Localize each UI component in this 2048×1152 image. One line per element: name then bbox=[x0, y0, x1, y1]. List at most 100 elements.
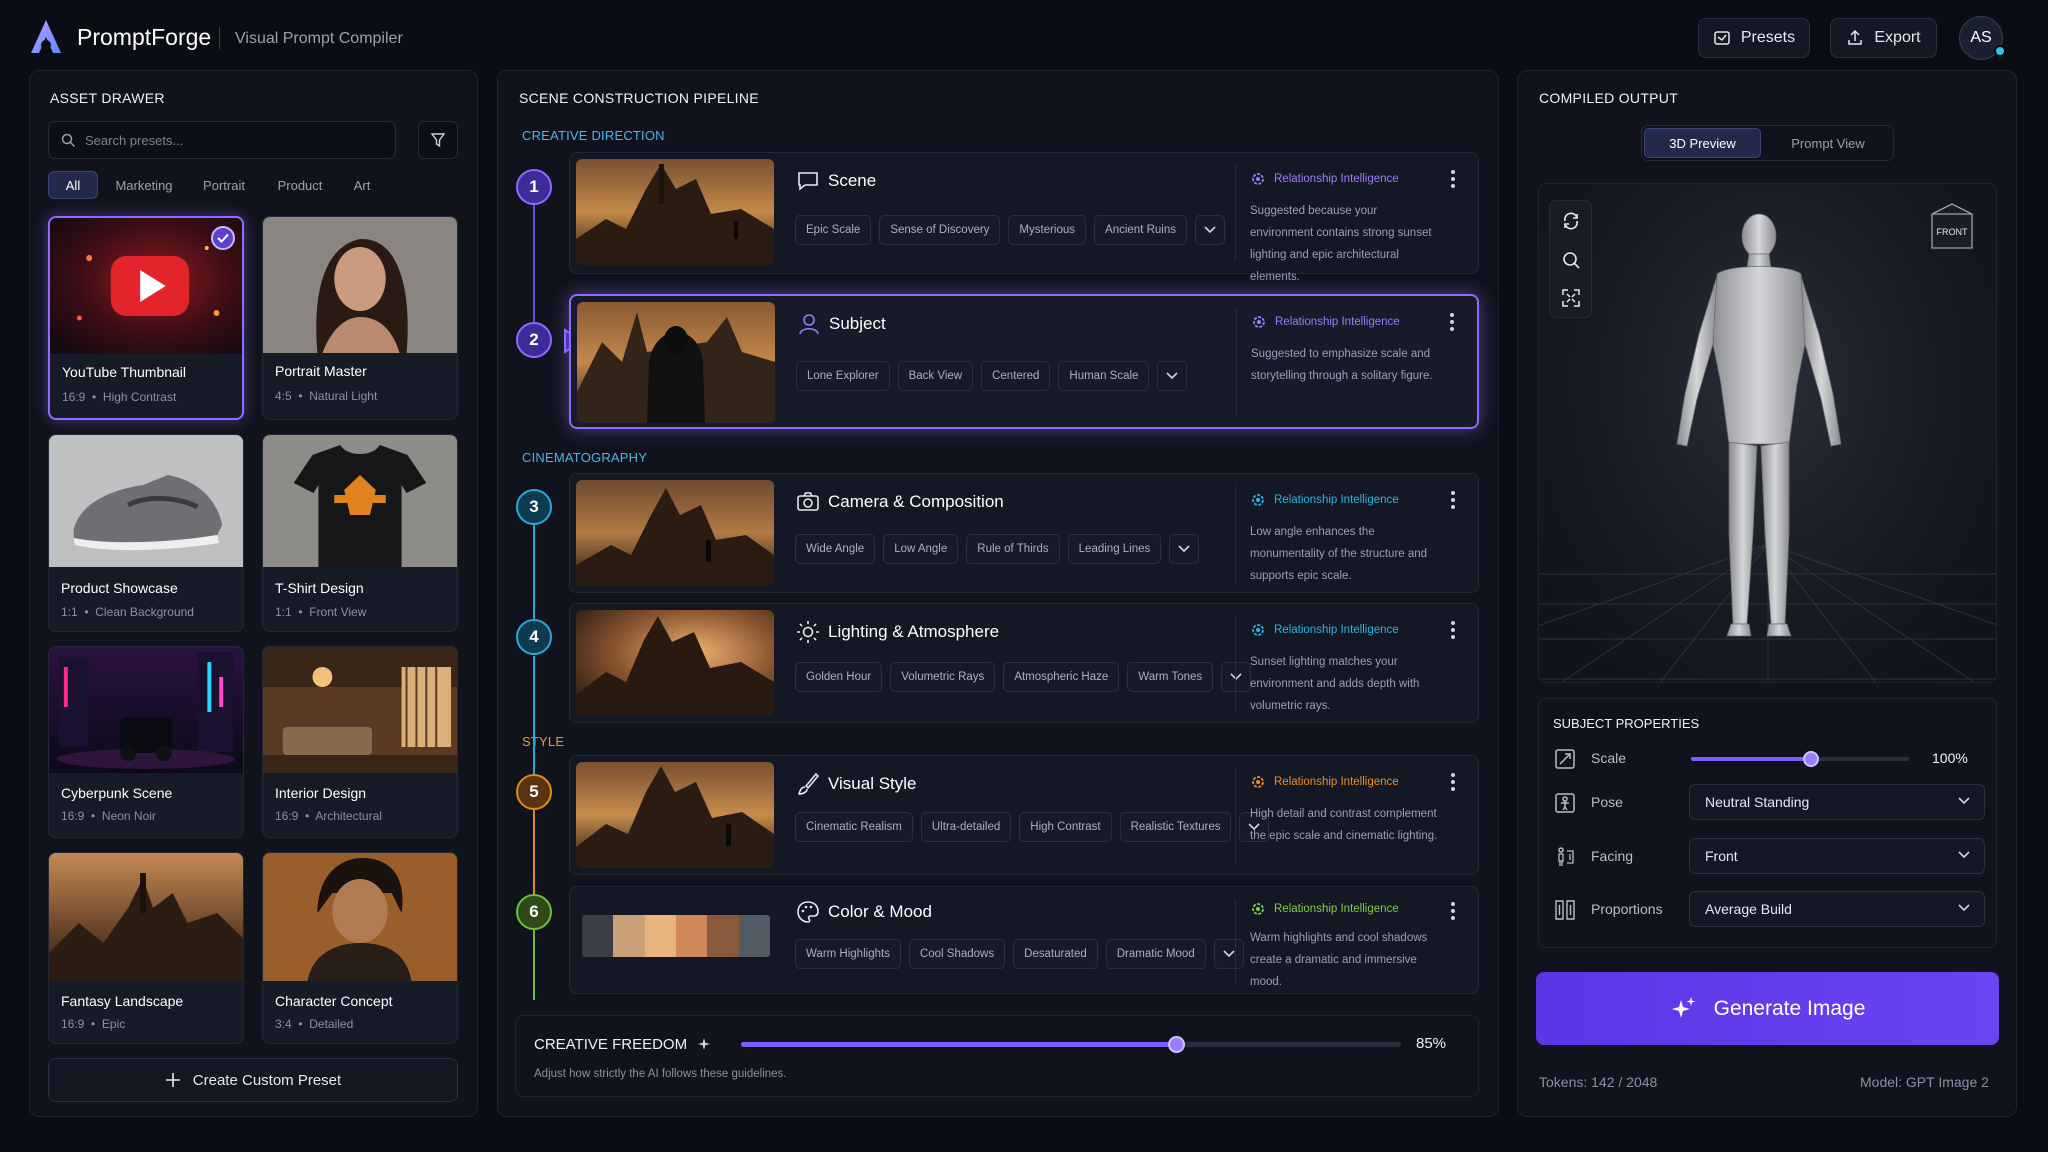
card-title: Character Concept bbox=[275, 993, 393, 1009]
preset-card-character-concept[interactable]: Character Concept 3:4 • Detailed bbox=[262, 852, 458, 1044]
user-icon bbox=[799, 314, 819, 335]
tag-chip[interactable]: Back View bbox=[897, 361, 974, 391]
presets-button[interactable]: Presets bbox=[1698, 18, 1810, 58]
3d-preview-viewport[interactable] bbox=[1538, 183, 1997, 683]
palette-swatch bbox=[613, 915, 645, 957]
pipeline-step-camera-composition[interactable]: Camera & Composition Wide Angle Low Angl… bbox=[569, 473, 1479, 593]
relationship-reason: High detail and contrast complement the … bbox=[1250, 808, 1438, 842]
tab-prompt-view[interactable]: Prompt View bbox=[1766, 128, 1890, 158]
pipeline-step-scene[interactable]: Scene Epic Scale Sense of Discovery Myst… bbox=[569, 152, 1479, 283]
tshirt-design-image bbox=[263, 435, 457, 567]
filter-chip-art[interactable]: Art bbox=[344, 171, 380, 199]
tag-chip[interactable]: Warm Tones bbox=[1127, 662, 1214, 692]
divider bbox=[1236, 308, 1237, 416]
tag-chip[interactable]: High Contrast bbox=[1019, 812, 1112, 842]
tag-chip[interactable]: Lone Explorer bbox=[796, 361, 890, 391]
promptforge-logo-icon bbox=[31, 20, 61, 53]
tag-chip[interactable]: Ancient Ruins bbox=[1094, 215, 1187, 245]
export-button[interactable]: Export bbox=[1830, 18, 1937, 58]
pipeline-step-lighting-atmosphere[interactable]: Lighting & Atmosphere Golden Hour Volume… bbox=[569, 603, 1479, 723]
app-subtitle: Visual Prompt Compiler bbox=[235, 30, 403, 47]
filter-chip-product[interactable]: Product bbox=[266, 171, 334, 199]
expand-tags-button[interactable] bbox=[1221, 662, 1252, 692]
search-box bbox=[48, 121, 396, 159]
more-options-icon[interactable] bbox=[1450, 772, 1456, 792]
view-cube[interactable]: FRONT bbox=[1928, 200, 1976, 254]
tag-chip[interactable]: Realistic Textures bbox=[1119, 812, 1232, 842]
compiled-output-title: COMPILED OUTPUT bbox=[1539, 90, 1679, 106]
fit-to-view-icon[interactable] bbox=[1561, 288, 1581, 308]
generate-image-button[interactable]: Generate Image bbox=[1536, 972, 1999, 1045]
pose-select[interactable]: Neutral Standing bbox=[1689, 784, 1985, 820]
tag-chip[interactable]: Desaturated bbox=[1013, 939, 1098, 969]
pipeline-title: SCENE CONSTRUCTION PIPELINE bbox=[519, 90, 759, 106]
tag-chip[interactable]: Sense of Discovery bbox=[879, 215, 1001, 245]
tag-list: Lone Explorer Back View Centered Human S… bbox=[796, 361, 1188, 391]
tag-chip[interactable]: Centered bbox=[981, 361, 1051, 391]
proportions-select[interactable]: Average Build bbox=[1689, 891, 1985, 927]
tag-chip[interactable]: Dramatic Mood bbox=[1105, 939, 1206, 969]
subject-properties-title: SUBJECT PROPERTIES bbox=[1553, 716, 1700, 731]
speech-bubble-icon bbox=[798, 172, 818, 191]
search-input[interactable] bbox=[85, 122, 385, 158]
filter-chip-portrait[interactable]: Portrait bbox=[192, 171, 256, 199]
pipeline-step-visual-style[interactable]: Visual Style Cinematic Realism Ultra-det… bbox=[569, 755, 1479, 875]
expand-tags-button[interactable] bbox=[1213, 939, 1244, 969]
preset-card-interior-design[interactable]: Interior Design 16:9 • Architectural bbox=[262, 646, 458, 838]
filter-button[interactable] bbox=[418, 121, 458, 159]
tag-chip[interactable]: Ultra-detailed bbox=[920, 812, 1012, 842]
tag-chip[interactable]: Cool Shadows bbox=[908, 939, 1006, 969]
scale-slider-track[interactable] bbox=[1691, 751, 1909, 767]
rotate-icon[interactable] bbox=[1561, 211, 1581, 231]
tab-3d-preview[interactable]: 3D Preview bbox=[1644, 128, 1761, 158]
expand-tags-button[interactable] bbox=[1195, 215, 1225, 245]
pipeline-step-color-mood[interactable]: Color & Mood Warm Highlights Cool Shadow… bbox=[569, 886, 1479, 994]
step-title: Lighting & Atmosphere bbox=[828, 622, 1000, 641]
facing-select[interactable]: Front bbox=[1689, 838, 1985, 874]
view-cube-label: FRONT bbox=[1936, 227, 1968, 237]
tag-chip[interactable]: Epic Scale bbox=[795, 215, 872, 245]
tag-chip[interactable]: Warm Highlights bbox=[795, 939, 901, 969]
creative-freedom-slider-fill bbox=[741, 1042, 1176, 1047]
more-options-icon[interactable] bbox=[1450, 490, 1456, 510]
chevron-down-icon bbox=[1204, 226, 1216, 234]
filter-chip-all[interactable]: All bbox=[48, 171, 98, 199]
expand-tags-button[interactable] bbox=[1157, 361, 1188, 391]
selected-check-icon bbox=[211, 226, 235, 250]
tag-chip[interactable]: Rule of Thirds bbox=[966, 534, 1060, 564]
tag-chip[interactable]: Atmospheric Haze bbox=[1003, 662, 1120, 692]
tag-chip[interactable]: Volumetric Rays bbox=[890, 662, 996, 692]
tag-chip[interactable]: Human Scale bbox=[1058, 361, 1150, 391]
preset-card-fantasy-landscape[interactable]: Fantasy Landscape 16:9 • Epic bbox=[48, 852, 244, 1044]
card-title: T-Shirt Design bbox=[275, 580, 364, 596]
search-icon bbox=[61, 133, 76, 148]
tag-chip[interactable]: Leading Lines bbox=[1067, 534, 1162, 564]
creative-freedom-slider-handle[interactable] bbox=[1167, 1036, 1185, 1053]
tag-chip[interactable]: Golden Hour bbox=[795, 662, 883, 692]
preset-card-product-showcase[interactable]: Product Showcase 1:1 • Clean Background bbox=[48, 434, 244, 632]
filter-chip-marketing[interactable]: Marketing bbox=[108, 171, 180, 199]
more-options-icon[interactable] bbox=[1450, 620, 1456, 640]
creative-freedom-slider-track[interactable] bbox=[741, 1036, 1401, 1053]
preset-card-cyberpunk-scene[interactable]: Cyberpunk Scene 16:9 • Neon Noir bbox=[48, 646, 244, 838]
export-icon bbox=[1848, 29, 1863, 45]
scale-slider-handle[interactable] bbox=[1802, 751, 1819, 767]
tag-chip[interactable]: Mysterious bbox=[1008, 215, 1087, 245]
card-meta: 16:9 • Epic bbox=[61, 1017, 126, 1031]
more-options-icon[interactable] bbox=[1450, 169, 1456, 189]
more-options-icon[interactable] bbox=[1450, 901, 1456, 921]
preset-card-tshirt-design[interactable]: T-Shirt Design 1:1 • Front View bbox=[262, 434, 458, 632]
create-custom-preset-button[interactable]: Create Custom Preset bbox=[48, 1058, 458, 1102]
divider bbox=[1235, 616, 1236, 712]
pipeline-step-subject[interactable]: Subject Lone Explorer Back View Centered… bbox=[569, 294, 1479, 429]
tag-chip[interactable]: Cinematic Realism bbox=[795, 812, 913, 842]
preset-card-portrait-master[interactable]: Portrait Master 4:5 • Natural Light bbox=[262, 216, 458, 420]
interior-design-image bbox=[263, 647, 457, 773]
expand-tags-button[interactable] bbox=[1169, 534, 1200, 564]
more-options-icon[interactable] bbox=[1449, 312, 1455, 332]
tag-chip[interactable]: Low Angle bbox=[883, 534, 959, 564]
sparkles-icon bbox=[1671, 996, 1696, 1018]
tag-chip[interactable]: Wide Angle bbox=[795, 534, 876, 564]
preset-card-youtube-thumbnail[interactable]: YouTube Thumbnail 16:9 • High Contrast bbox=[48, 216, 244, 420]
zoom-icon[interactable] bbox=[1561, 250, 1581, 270]
